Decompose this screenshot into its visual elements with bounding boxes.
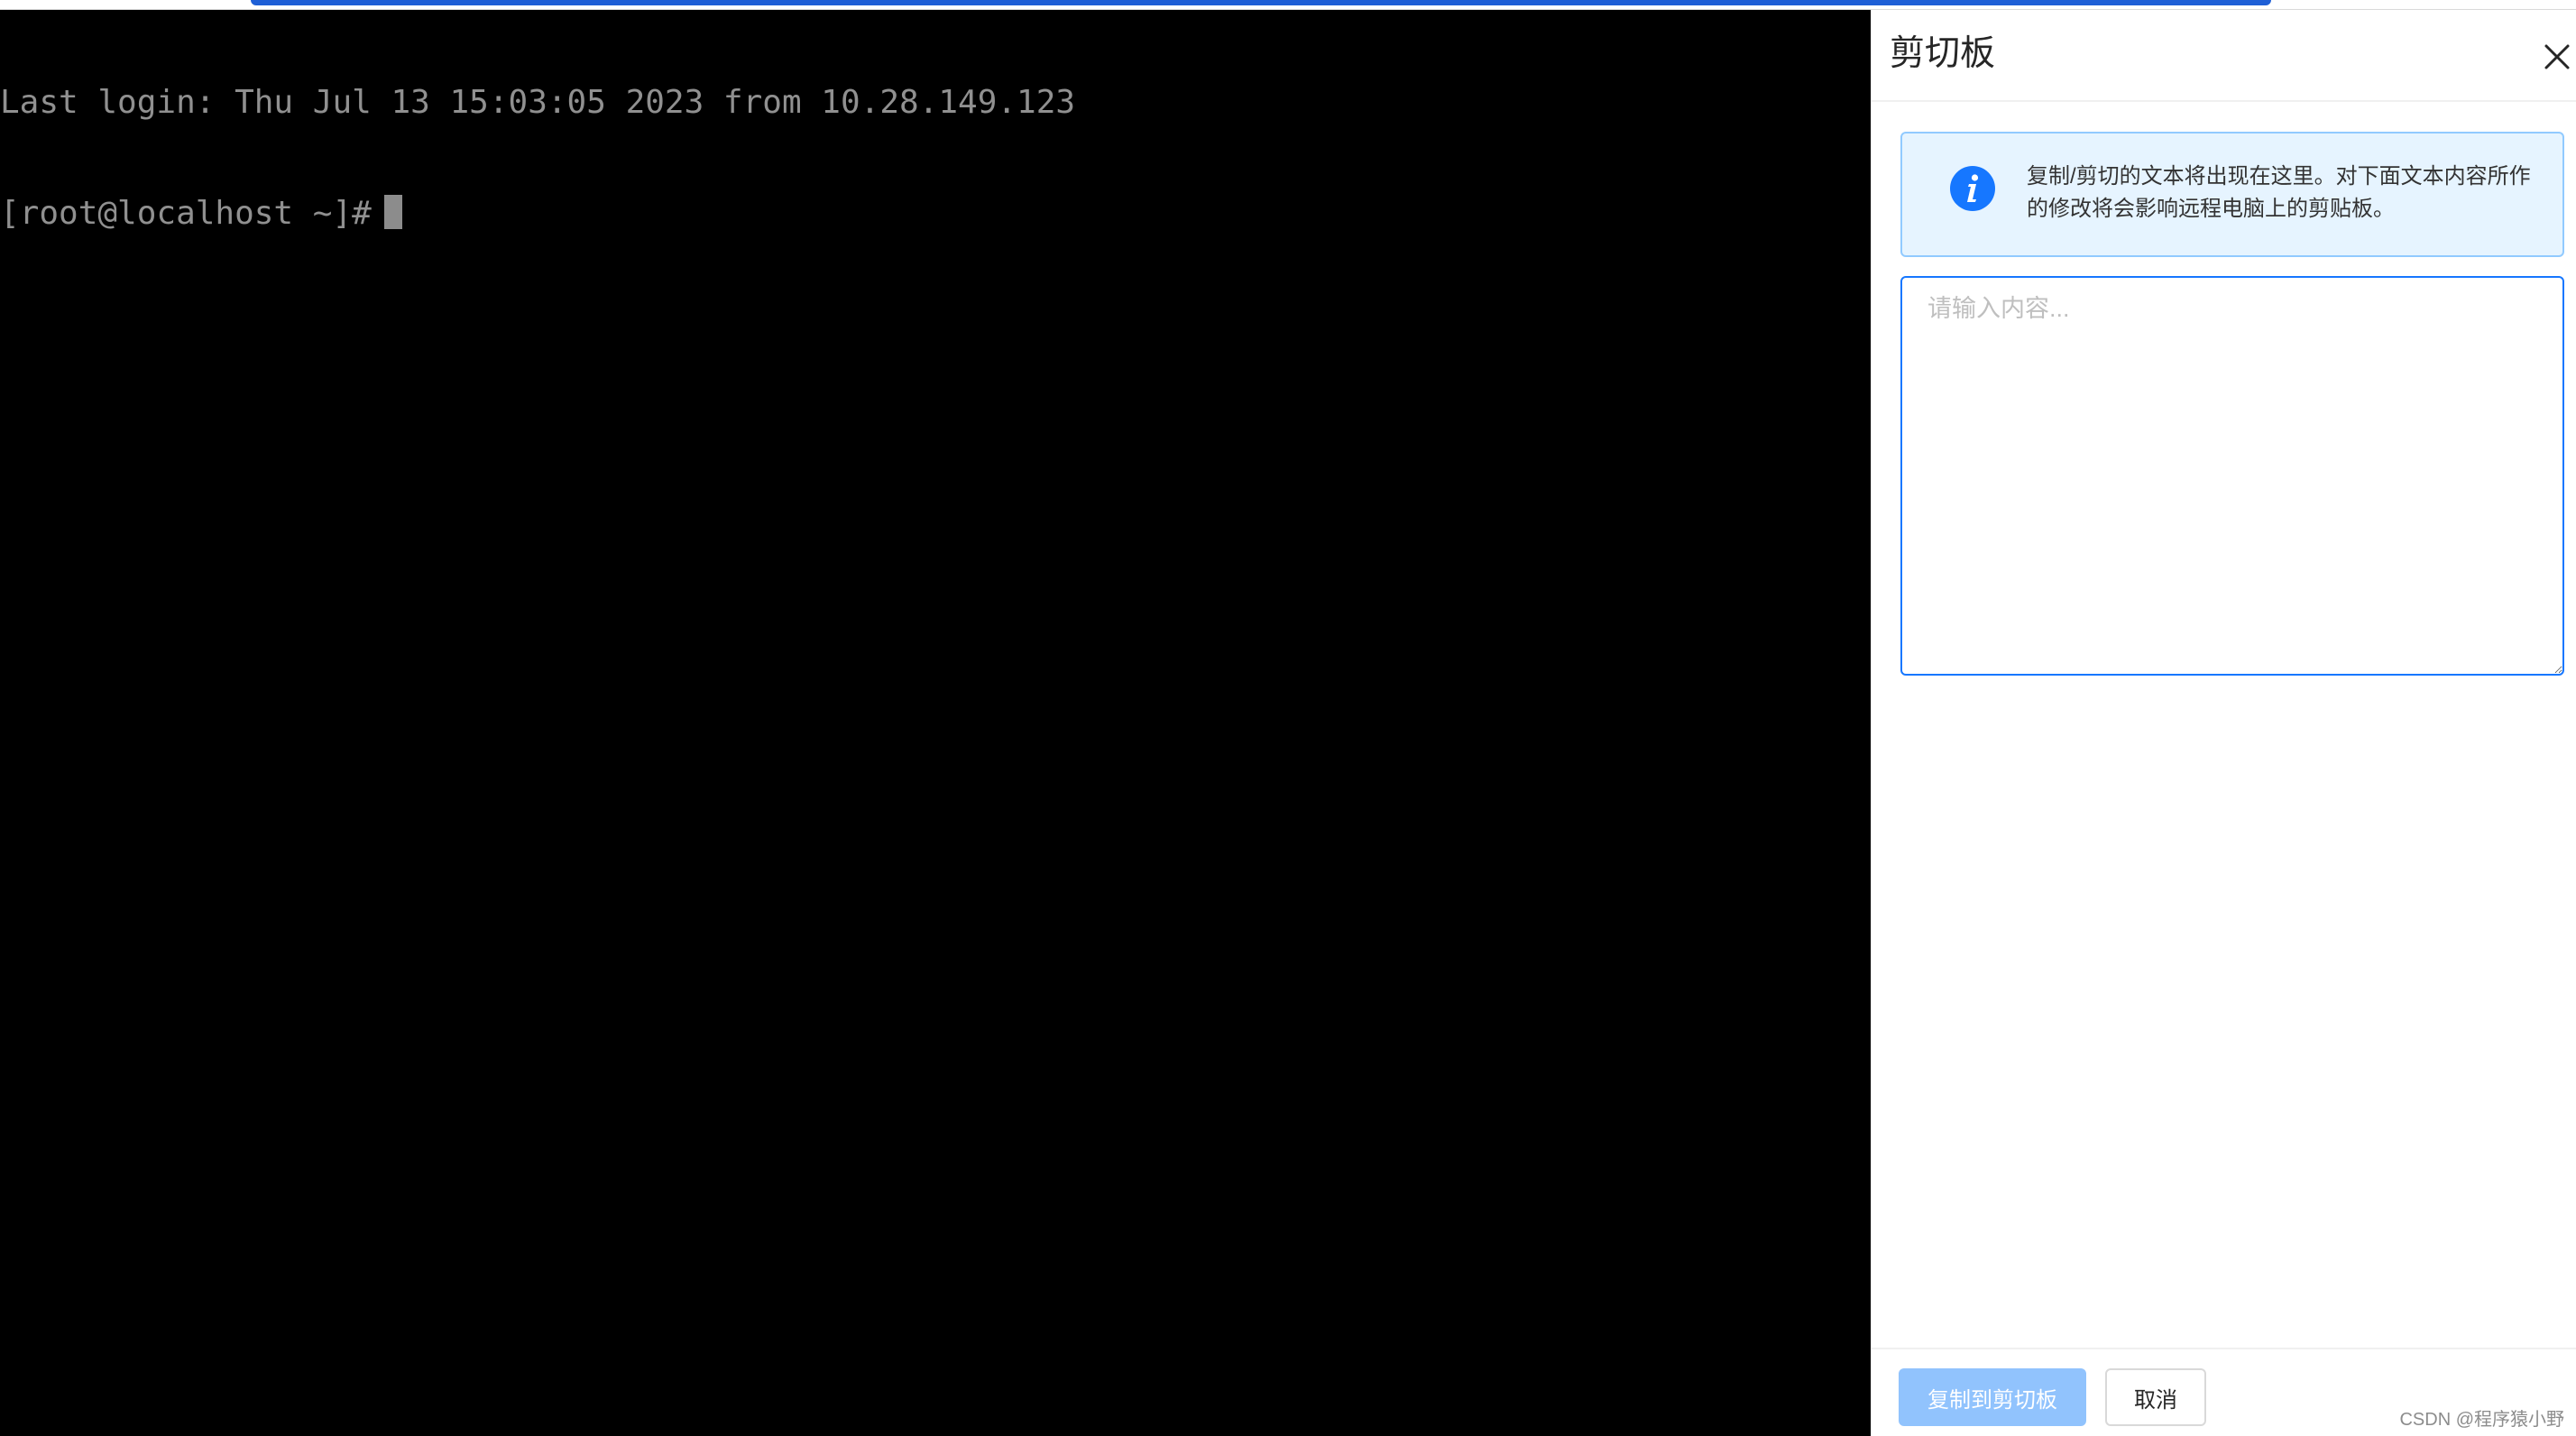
info-icon <box>1949 165 1996 212</box>
watermark: CSDN @程序猿小野 <box>2399 1410 2564 1430</box>
terminal-prompt: [root@localhost ~]# <box>0 195 372 232</box>
terminal-screen[interactable]: Last login: Thu Jul 13 15:03:05 2023 fro… <box>0 10 1871 1436</box>
clipboard-textarea[interactable] <box>1902 278 2562 674</box>
terminal-line-prompt: [root@localhost ~]# <box>0 195 1871 232</box>
drawer-header: 剪切板 <box>1872 10 2576 102</box>
clipboard-drawer: 剪切板 复制/剪切的文本将出现在这里。对下面文本内容所作的修改将会影响远程电脑上… <box>1871 10 2576 1436</box>
browser-top-strip <box>0 0 2576 10</box>
terminal-cursor <box>383 195 402 229</box>
alert-message: 复制/剪切的文本将出现在这里。对下面文本内容所作的修改将会影响远程电脑上的剪贴板… <box>2027 164 2531 221</box>
info-alert: 复制/剪切的文本将出现在这里。对下面文本内容所作的修改将会影响远程电脑上的剪贴板… <box>1900 132 2564 257</box>
close-icon[interactable] <box>2543 42 2571 71</box>
drawer-title: 剪切板 <box>1890 34 1996 73</box>
drawer-footer: 复制到剪切板 取消 CSDN @程序猿小野 <box>1872 1348 2576 1436</box>
top-progress-bar <box>251 0 2271 5</box>
cancel-button[interactable]: 取消 <box>2105 1368 2206 1426</box>
copy-to-clipboard-button[interactable]: 复制到剪切板 <box>1899 1368 2086 1426</box>
terminal-line-login: Last login: Thu Jul 13 15:03:05 2023 fro… <box>0 84 1076 121</box>
clipboard-textarea-wrapper <box>1900 276 2564 676</box>
